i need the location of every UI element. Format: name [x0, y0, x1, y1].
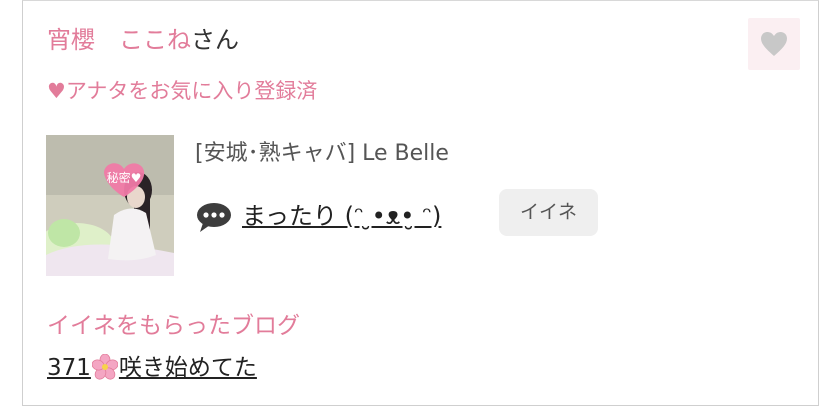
post-title-link[interactable]: まったり (ᵔ ̮•ᴥ•̮ ᵔ): [242, 199, 441, 233]
post-thumbnail[interactable]: 秘密♥: [46, 135, 174, 276]
heart-icon: [761, 32, 787, 56]
profile-card: 宵櫻 ここねさん ♥アナタをお気に入り登録済 秘密♥ [安城･熟キャバ] Le B…: [22, 0, 819, 406]
favorite-button[interactable]: [748, 18, 800, 70]
favorite-status: ♥アナタをお気に入り登録済: [47, 79, 318, 103]
shop-name: [安城･熟キャバ] Le Belle: [195, 141, 449, 166]
liked-blog-count: 371: [47, 355, 91, 381]
name-part-2: ここね: [119, 26, 191, 54]
liked-blog-link[interactable]: 371 咲き始めてた: [47, 352, 257, 384]
liked-blog-heading: イイネをもらったブログ: [47, 313, 300, 339]
speech-bubble-icon: [197, 203, 231, 232]
cherry-blossom-icon: [91, 354, 118, 380]
member-name: 宵櫻 ここねさん: [47, 25, 239, 55]
name-honorific: さん: [191, 26, 239, 54]
like-button[interactable]: イイネ: [499, 189, 598, 236]
name-part-1: 宵櫻: [47, 26, 95, 54]
thumbnail-image: 秘密♥: [46, 135, 174, 276]
liked-blog-title: 咲き始めてた: [118, 355, 257, 381]
thumbnail-badge-text: 秘密♥: [107, 170, 142, 185]
